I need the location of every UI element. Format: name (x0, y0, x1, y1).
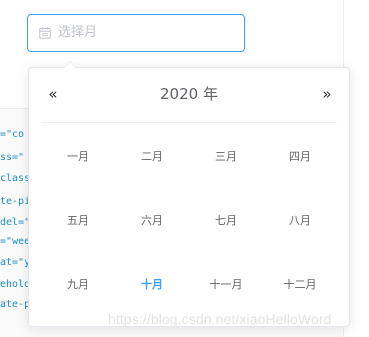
month-label: 十月 (141, 278, 163, 291)
code-line: class (0, 173, 31, 184)
month-picker-panel: « 2020 年 » 一月 二月 三月 四月 五月 六月 七月 八月 九月 十月… (28, 61, 350, 327)
code-line: ss=" (0, 152, 25, 163)
month-cell-march[interactable]: 三月 (189, 124, 263, 188)
popper-arrow (64, 61, 76, 68)
month-cell-september[interactable]: 九月 (41, 252, 115, 316)
next-year-button[interactable]: » (319, 86, 335, 102)
month-cell-july[interactable]: 七月 (189, 188, 263, 252)
month-label: 八月 (289, 214, 311, 227)
month-cell-october-current[interactable]: 十月 (115, 252, 189, 316)
header-divider (41, 122, 337, 123)
month-label: 十一月 (209, 278, 243, 291)
month-cell-august[interactable]: 八月 (263, 188, 337, 252)
code-line: ate-p (0, 299, 31, 310)
month-cell-may[interactable]: 五月 (41, 188, 115, 252)
month-cell-december[interactable]: 十二月 (263, 252, 337, 316)
month-cell-november[interactable]: 十一月 (189, 252, 263, 316)
prev-year-button[interactable]: « (45, 86, 61, 102)
month-cell-june[interactable]: 六月 (115, 188, 189, 252)
month-label: 七月 (215, 214, 237, 227)
month-cell-february[interactable]: 二月 (115, 124, 189, 188)
calendar-icon (39, 27, 51, 39)
code-line: ehold (0, 279, 31, 290)
picker-header: « 2020 年 » (29, 68, 349, 122)
month-picker-input[interactable]: 选择月 (27, 14, 245, 52)
code-line: del=" (0, 217, 31, 228)
month-label: 一月 (67, 150, 89, 163)
year-label[interactable]: 2020 年 (109, 85, 269, 103)
month-label: 三月 (215, 150, 237, 163)
month-label: 六月 (141, 214, 163, 227)
month-label: 二月 (141, 150, 163, 163)
watermark: https://blog.csdn.net/xiaoHelloWord (108, 311, 332, 327)
month-label: 九月 (67, 278, 89, 291)
month-label: 四月 (289, 150, 311, 163)
month-cell-january[interactable]: 一月 (41, 124, 115, 188)
code-line: ="wee (0, 236, 31, 247)
code-line: ="co (0, 129, 25, 140)
input-placeholder: 选择月 (58, 25, 98, 40)
month-label: 五月 (67, 214, 89, 227)
code-line: at="y (0, 257, 31, 268)
code-line: te-pi (0, 196, 31, 207)
month-label: 十二月 (283, 278, 317, 291)
month-cell-april[interactable]: 四月 (263, 124, 337, 188)
